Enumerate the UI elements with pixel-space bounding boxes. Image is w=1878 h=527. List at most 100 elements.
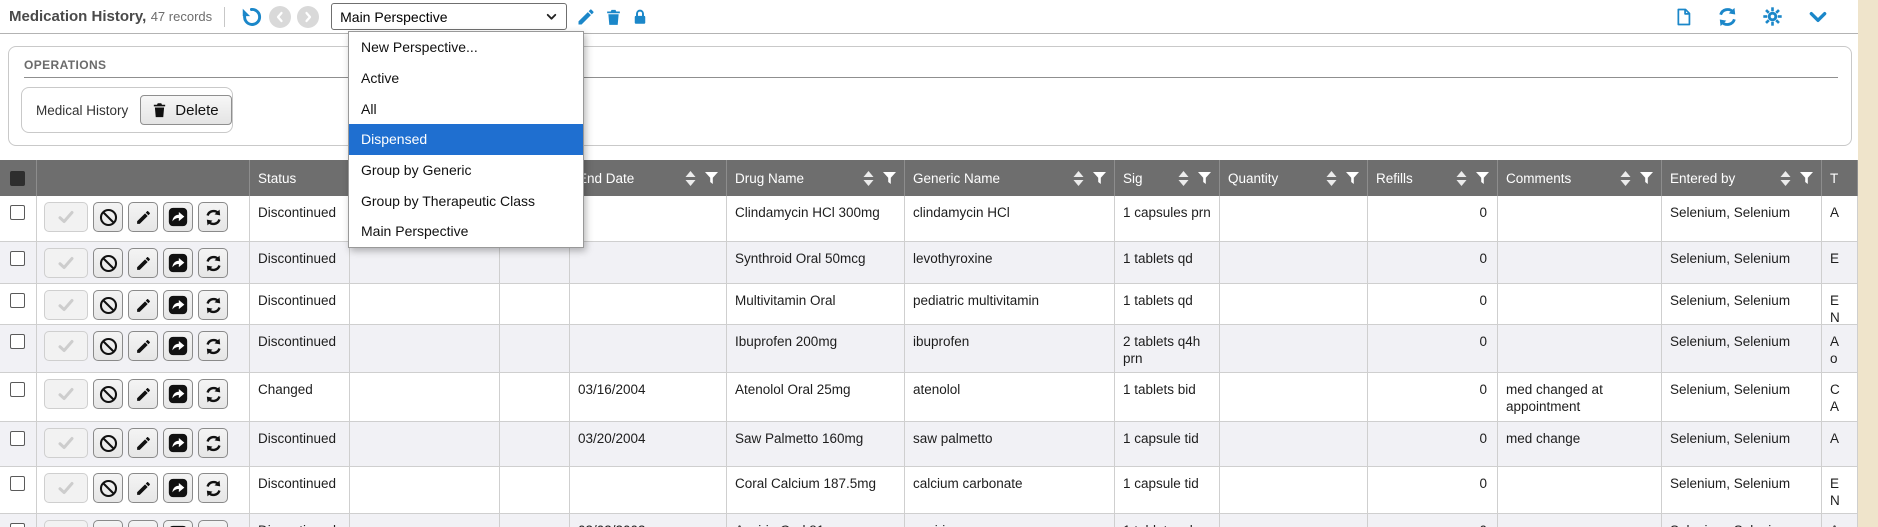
filter-icon[interactable] xyxy=(705,172,718,184)
cell-checkbox xyxy=(0,467,37,513)
dropdown-item-active[interactable]: Active xyxy=(349,63,583,94)
row-refresh-button[interactable] xyxy=(198,428,228,458)
column-header-blank xyxy=(0,160,37,196)
row-discontinue-button[interactable] xyxy=(93,331,123,361)
row-check-button[interactable] xyxy=(44,379,88,409)
row-check-button[interactable] xyxy=(44,248,88,278)
row-edit-button[interactable] xyxy=(128,331,158,361)
row-check-button[interactable] xyxy=(44,202,88,232)
column-header-icons xyxy=(1780,171,1813,186)
row-share-button[interactable] xyxy=(163,290,193,320)
dropdown-item-all[interactable]: All xyxy=(349,93,583,124)
table-row: DiscontinuedCoral Calcium 187.5mgcalcium… xyxy=(0,467,1858,514)
filter-icon[interactable] xyxy=(1476,172,1489,184)
delete-button[interactable]: Delete xyxy=(140,95,231,125)
row-refresh-button[interactable] xyxy=(198,202,228,232)
column-header-end-date[interactable]: End Date xyxy=(570,160,727,196)
row-checkbox[interactable] xyxy=(10,431,25,446)
lock-perspective-button[interactable] xyxy=(631,7,649,27)
row-checkbox[interactable] xyxy=(10,382,25,397)
row-share-button[interactable] xyxy=(163,331,193,361)
column-header-generic-name[interactable]: Generic Name xyxy=(905,160,1115,196)
row-discontinue-button[interactable] xyxy=(93,248,123,278)
cell-generic: atenolol xyxy=(905,373,1115,421)
row-discontinue-button[interactable] xyxy=(93,428,123,458)
settings-button[interactable] xyxy=(1762,6,1783,27)
row-discontinue-button[interactable] xyxy=(93,202,123,232)
select-all-checkbox[interactable] xyxy=(10,171,25,186)
row-checkbox[interactable] xyxy=(10,476,25,491)
filter-icon[interactable] xyxy=(1198,172,1211,184)
column-header-sig[interactable]: Sig xyxy=(1115,160,1220,196)
refresh-button[interactable] xyxy=(1716,6,1739,28)
undo-button[interactable] xyxy=(240,6,262,28)
row-checkbox[interactable] xyxy=(10,205,25,220)
forward-button[interactable] xyxy=(297,6,319,28)
row-edit-button[interactable] xyxy=(128,473,158,503)
row-checkbox[interactable] xyxy=(10,293,25,308)
row-checkbox[interactable] xyxy=(10,523,25,527)
column-header-icons xyxy=(1620,171,1653,186)
filter-icon[interactable] xyxy=(1800,172,1813,184)
row-share-button[interactable] xyxy=(163,473,193,503)
back-button[interactable] xyxy=(269,6,291,28)
edit-perspective-button[interactable] xyxy=(576,7,596,27)
row-edit-button[interactable] xyxy=(128,248,158,278)
row-check-button[interactable] xyxy=(44,520,88,527)
new-document-button[interactable] xyxy=(1674,6,1693,28)
row-checkbox[interactable] xyxy=(10,251,25,266)
row-refresh-button[interactable] xyxy=(198,290,228,320)
row-edit-button[interactable] xyxy=(128,428,158,458)
pencil-icon xyxy=(135,386,152,403)
row-check-button[interactable] xyxy=(44,331,88,361)
table-row: Discontinued03/03/2003Aspirin Oral 81mga… xyxy=(0,514,1858,527)
dropdown-item-dispensed[interactable]: Dispensed xyxy=(349,124,583,155)
filter-icon[interactable] xyxy=(1093,172,1106,184)
cell-blank xyxy=(500,284,570,324)
cell-checkbox xyxy=(0,514,37,527)
row-share-button[interactable] xyxy=(163,428,193,458)
column-header-comments[interactable]: Comments xyxy=(1498,160,1662,196)
row-edit-button[interactable] xyxy=(128,290,158,320)
delete-perspective-button[interactable] xyxy=(604,7,623,27)
cell-comments: med change xyxy=(1498,422,1662,466)
row-refresh-button[interactable] xyxy=(198,331,228,361)
filter-icon[interactable] xyxy=(883,172,896,184)
filter-icon[interactable] xyxy=(1346,172,1359,184)
row-share-button[interactable] xyxy=(163,520,193,527)
row-edit-button[interactable] xyxy=(128,520,158,527)
row-checkbox[interactable] xyxy=(10,334,25,349)
row-share-button[interactable] xyxy=(163,248,193,278)
dropdown-item-main-perspective[interactable]: Main Perspective xyxy=(349,216,583,247)
dropdown-item-group-by-generic[interactable]: Group by Generic xyxy=(349,155,583,186)
row-refresh-button[interactable] xyxy=(198,248,228,278)
column-header-entered-by[interactable]: Entered by xyxy=(1662,160,1822,196)
column-header-drug-name[interactable]: Drug Name xyxy=(727,160,905,196)
row-discontinue-button[interactable] xyxy=(93,520,123,527)
row-check-button[interactable] xyxy=(44,428,88,458)
row-check-button[interactable] xyxy=(44,290,88,320)
row-edit-button[interactable] xyxy=(128,202,158,232)
column-header-icons xyxy=(1456,171,1489,186)
row-discontinue-button[interactable] xyxy=(93,473,123,503)
row-discontinue-button[interactable] xyxy=(93,379,123,409)
dropdown-item-group-by-therapeutic-class[interactable]: Group by Therapeutic Class xyxy=(349,185,583,216)
dropdown-item-new-perspective-[interactable]: New Perspective... xyxy=(349,32,583,63)
column-header-refills[interactable]: Refills xyxy=(1368,160,1498,196)
collapse-button[interactable] xyxy=(1806,7,1830,27)
row-edit-button[interactable] xyxy=(128,379,158,409)
row-share-button[interactable] xyxy=(163,379,193,409)
perspective-select[interactable]: Main Perspective xyxy=(331,3,567,30)
cell-entered_by: Selenium, Selenium xyxy=(1662,325,1822,372)
sort-icon xyxy=(863,171,874,186)
row-refresh-button[interactable] xyxy=(198,379,228,409)
column-header-t: T xyxy=(1822,160,1858,196)
row-refresh-button[interactable] xyxy=(198,520,228,527)
row-discontinue-button[interactable] xyxy=(93,290,123,320)
row-check-button[interactable] xyxy=(44,473,88,503)
cell-actions xyxy=(37,325,250,372)
column-header-quantity[interactable]: Quantity xyxy=(1220,160,1368,196)
row-refresh-button[interactable] xyxy=(198,473,228,503)
filter-icon[interactable] xyxy=(1640,172,1653,184)
row-share-button[interactable] xyxy=(163,202,193,232)
